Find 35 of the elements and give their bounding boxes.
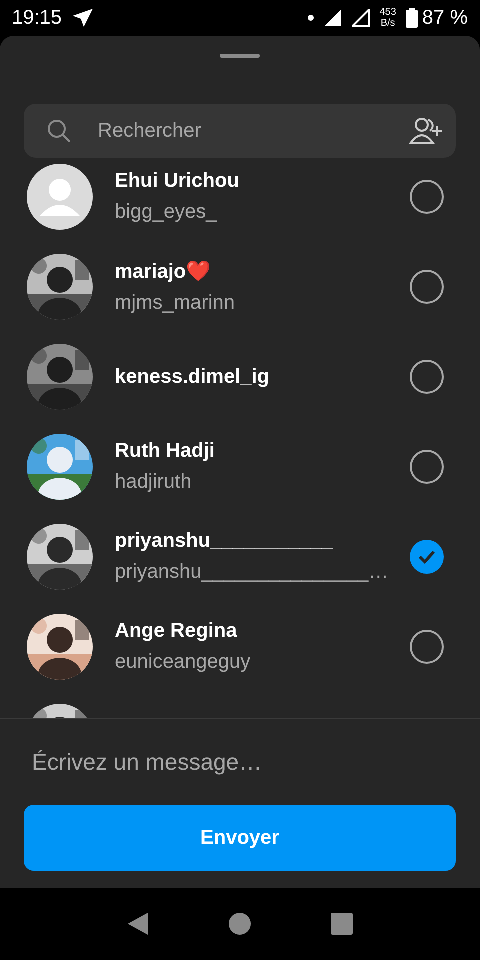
add-people-icon[interactable] <box>408 116 444 146</box>
contact-username: hadjiruth <box>115 471 193 494</box>
home-icon[interactable] <box>229 913 251 935</box>
data-speed-unit: B/s <box>380 18 396 29</box>
data-speed: 453 <box>380 7 396 18</box>
contact-username: mjms_marinn <box>115 292 236 315</box>
radio-button[interactable] <box>410 180 444 214</box>
radio-button[interactable] <box>410 630 444 664</box>
battery-icon <box>406 8 418 28</box>
search-field[interactable]: Rechercher <box>96 118 384 144</box>
status-time: 19:15 <box>12 6 62 30</box>
radio-button[interactable] <box>410 360 444 394</box>
contact-username: euniceangeguy <box>115 651 252 674</box>
back-icon[interactable] <box>127 912 149 936</box>
contact-username: priyanshu_______________… <box>115 561 390 584</box>
contact-name[interactable]: keness.dimel_ig <box>115 366 410 388</box>
search-bar[interactable]: Rechercher <box>24 104 456 158</box>
contact-name[interactable]: Ange Regina <box>115 620 410 643</box>
dot-icon <box>308 15 314 21</box>
contact-name[interactable]: priyanshu___________ <box>115 530 410 553</box>
radio-button[interactable] <box>410 450 444 484</box>
checked-radio[interactable] <box>410 540 444 574</box>
contact-name[interactable]: Ehui Urichou <box>115 170 410 193</box>
battery-level: 87 % <box>422 6 468 30</box>
signal-icon <box>352 9 370 27</box>
radio-button[interactable] <box>410 270 444 304</box>
signal-icon <box>324 9 342 27</box>
drag-handle[interactable] <box>220 54 260 58</box>
message-field[interactable]: Écrivez un message… <box>30 748 450 776</box>
search-icon <box>46 118 72 144</box>
contact-name[interactable]: mariajo❤ <box>115 259 410 284</box>
paper-plane-icon <box>72 8 94 28</box>
contact-name[interactable]: Ruth Hadji <box>115 440 410 463</box>
avatar-icon <box>27 164 93 230</box>
contact-username: bigg_eyes_ <box>115 201 218 224</box>
